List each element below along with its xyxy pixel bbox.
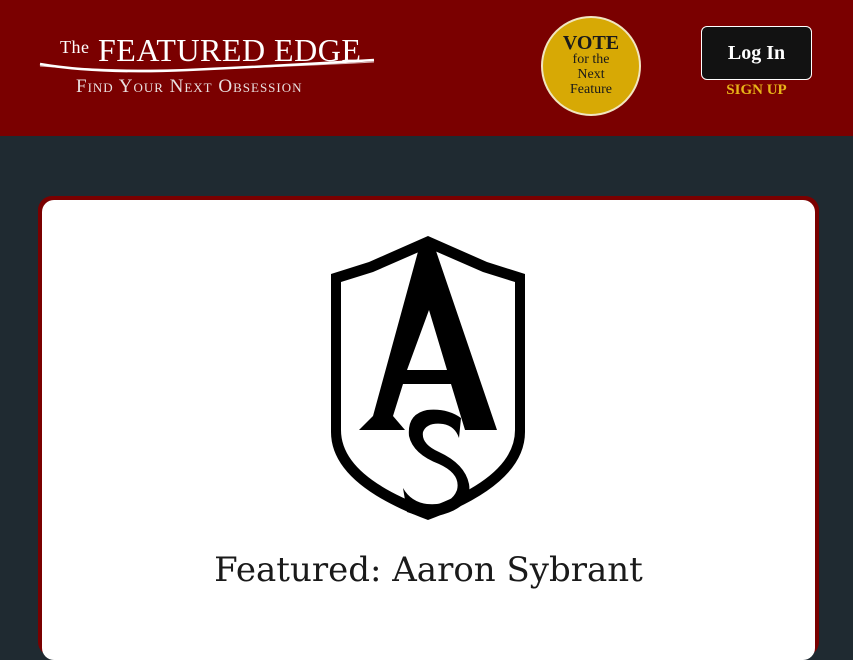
vote-title: VOTE [562,32,620,54]
login-button[interactable]: Log In [701,26,812,80]
vote-badge-button[interactable]: VOTE for the Next Feature [541,16,641,116]
shield-monogram-icon [331,236,525,520]
logo-swoosh-icon [39,58,375,73]
signup-link[interactable]: SIGN UP [701,82,812,99]
logo-the: The [60,37,90,57]
featured-title: Featured: Aaron Sybrant [214,550,643,590]
vote-line-3: Feature [570,82,612,97]
site-logo[interactable]: The FEATURED EDGE Find Your Next Obsessi… [38,30,378,100]
vote-line-2: Next [577,67,605,82]
logo-tagline: Find Your Next Obsession [76,76,303,97]
vote-line-1: for the [572,52,610,67]
site-header: The FEATURED EDGE Find Your Next Obsessi… [0,0,853,136]
featured-card: Featured: Aaron Sybrant [42,200,815,660]
